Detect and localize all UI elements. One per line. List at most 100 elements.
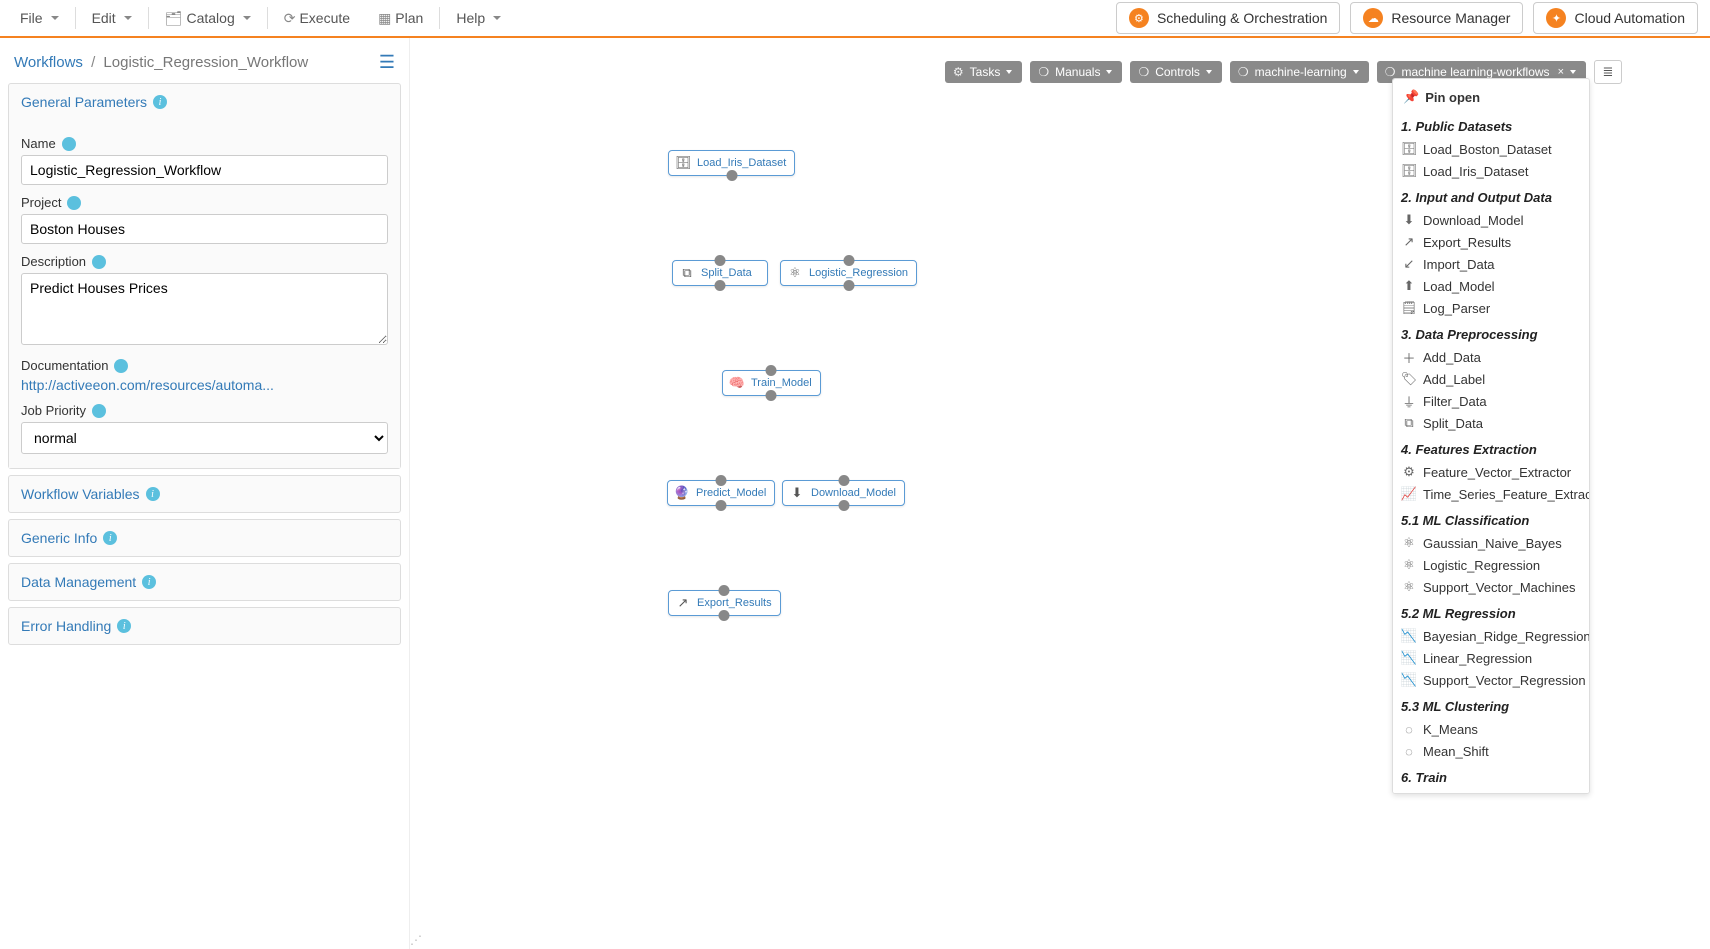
palette-item-load-boston[interactable]: 🗄Load_Boston_Dataset — [1401, 138, 1581, 160]
panel-resize-handle[interactable]: ⋰ — [410, 933, 418, 947]
palette-item-svr[interactable]: 📉Support_Vector_Regression — [1401, 669, 1581, 691]
project-label: Project i — [21, 195, 388, 210]
description-input[interactable]: Predict Houses Prices — [21, 273, 388, 345]
menu-plan[interactable]: ▦ Plan — [364, 10, 437, 27]
output-port[interactable] — [843, 280, 854, 291]
palette-item-add-label[interactable]: 🏷Add_Label — [1401, 368, 1581, 390]
close-icon[interactable]: × — [1558, 66, 1564, 78]
input-port[interactable] — [716, 475, 727, 486]
input-port[interactable] — [838, 475, 849, 486]
edges-layer — [410, 38, 710, 188]
node-train-model[interactable]: 🧠 Train_Model — [722, 370, 821, 396]
palette-item-download-model[interactable]: ⬇Download_Model — [1401, 209, 1581, 231]
documentation-label-text: Documentation — [21, 358, 108, 373]
model-icon: ⚛ — [1401, 557, 1417, 573]
info-icon[interactable]: i — [92, 255, 106, 269]
node-predict-model[interactable]: 🔮 Predict_Model — [667, 480, 775, 506]
palette-item-tse[interactable]: 📈Time_Series_Feature_Extractor — [1401, 483, 1581, 505]
node-logistic-regression[interactable]: ⚛ Logistic_Regression — [780, 260, 917, 286]
info-icon[interactable]: i — [142, 575, 156, 589]
palette-item-export-results[interactable]: ↗Export_Results — [1401, 231, 1581, 253]
palette-item-add-data[interactable]: ＋Add_Data — [1401, 346, 1581, 368]
palette-tasks[interactable]: ⚙ Tasks — [945, 61, 1022, 83]
section-workflow-variables-header[interactable]: Workflow Variables i — [9, 476, 400, 512]
palette-manuals[interactable]: ❍ Manuals — [1030, 61, 1122, 83]
divider — [267, 7, 268, 29]
info-icon[interactable]: i — [92, 404, 106, 418]
node-export-results[interactable]: ↗ Export_Results — [668, 590, 781, 616]
app-resource-manager-label: Resource Manager — [1391, 10, 1510, 26]
palette-layers-button[interactable]: ≣ — [1594, 60, 1622, 84]
name-input[interactable] — [21, 155, 388, 185]
palette-heading-train: 6. Train — [1401, 770, 1581, 785]
input-port[interactable] — [843, 255, 854, 266]
output-port[interactable] — [766, 390, 777, 401]
menu-catalog[interactable]: 🗂 Catalog — [151, 10, 265, 27]
palette-item-fve[interactable]: ⚙Feature_Vector_Extractor — [1401, 461, 1581, 483]
menu-help[interactable]: Help — [442, 10, 515, 26]
node-download-model[interactable]: ⬇ Download_Model — [782, 480, 905, 506]
input-port[interactable] — [715, 255, 726, 266]
palette-item-load-model[interactable]: ⬆Load_Model — [1401, 275, 1581, 297]
palette-controls[interactable]: ❍ Controls — [1130, 61, 1221, 83]
list-view-icon[interactable]: ☰ — [379, 52, 395, 73]
breadcrumb-root[interactable]: Workflows — [14, 54, 83, 71]
info-icon[interactable]: i — [114, 359, 128, 373]
app-cloud-automation[interactable]: ✦ Cloud Automation — [1533, 2, 1698, 34]
app-resource-manager[interactable]: ☁ Resource Manager — [1350, 2, 1523, 34]
palette-item-split[interactable]: ⧉Split_Data — [1401, 412, 1581, 434]
info-icon[interactable]: i — [117, 619, 131, 633]
palette-item-lin[interactable]: 📉Linear_Regression — [1401, 647, 1581, 669]
section-generic-info-header[interactable]: Generic Info i — [9, 520, 400, 556]
menu-edit[interactable]: Edit — [78, 10, 146, 26]
node-split-data[interactable]: ⧉ Split_Data — [672, 260, 768, 286]
palette-item-svm[interactable]: ⚛Support_Vector_Machines — [1401, 576, 1581, 598]
section-general-parameters-header[interactable]: General Parameters i — [9, 84, 400, 120]
palette-heading-features: 4. Features Extraction — [1401, 442, 1581, 457]
workflow-canvas[interactable]: ⋰ ⚙ Tasks ❍ Manuals ❍ Controls ❍ machine… — [410, 38, 1710, 949]
output-port[interactable] — [715, 280, 726, 291]
menu-file[interactable]: File — [6, 10, 73, 26]
palette-machine-learning[interactable]: ❍ machine-learning — [1230, 61, 1369, 83]
menu-catalog-label: Catalog — [186, 10, 234, 26]
input-port[interactable] — [766, 365, 777, 376]
info-icon[interactable]: i — [62, 137, 76, 151]
priority-select[interactable]: normal — [21, 422, 388, 454]
output-port[interactable] — [726, 170, 737, 181]
output-port[interactable] — [719, 610, 730, 621]
palette-item-kmeans[interactable]: ◌K_Means — [1401, 718, 1581, 740]
palette-item-gnb[interactable]: ⚛Gaussian_Naive_Bayes — [1401, 532, 1581, 554]
documentation-link[interactable]: http://activeeon.com/resources/automa... — [21, 377, 274, 393]
palette-item-log-parser[interactable]: 🗒Log_Parser — [1401, 297, 1581, 319]
palette-item-logreg[interactable]: ⚛Logistic_Regression — [1401, 554, 1581, 576]
documentation-label: Documentation i — [21, 358, 388, 373]
project-input[interactable] — [21, 214, 388, 244]
palette-heading-ml-clustering: 5.3 ML Clustering — [1401, 699, 1581, 714]
palette-heading-ml-classification: 5.1 ML Classification — [1401, 513, 1581, 528]
menu-execute[interactable]: ⟳ Execute — [270, 10, 364, 27]
palette-heading-public-datasets: 1. Public Datasets — [1401, 119, 1581, 134]
section-data-management-header[interactable]: Data Management i — [9, 564, 400, 600]
app-scheduling[interactable]: ⚙ Scheduling & Orchestration — [1116, 2, 1340, 34]
section-error-handling-header[interactable]: Error Handling i — [9, 608, 400, 644]
info-icon[interactable]: i — [103, 531, 117, 545]
section-workflow-variables-title: Workflow Variables — [21, 486, 140, 502]
palette-item-label: Add_Data — [1423, 350, 1481, 365]
palette-item-meanshift[interactable]: ◌Mean_Shift — [1401, 740, 1581, 762]
palette-item-import-data[interactable]: ↙Import_Data — [1401, 253, 1581, 275]
info-icon[interactable]: i — [67, 196, 81, 210]
input-port[interactable] — [719, 585, 730, 596]
output-port[interactable] — [716, 500, 727, 511]
model-icon: ⚛ — [787, 265, 803, 281]
menu-execute-label: Execute — [299, 10, 350, 26]
info-icon[interactable]: i — [146, 487, 160, 501]
chart-icon: 📈 — [1401, 486, 1417, 502]
palette-item-load-iris[interactable]: 🗄Load_Iris_Dataset — [1401, 160, 1581, 182]
info-icon[interactable]: i — [153, 95, 167, 109]
pin-open-toggle[interactable]: 📌 Pin open — [1401, 87, 1581, 111]
palette-item-brr[interactable]: 📉Bayesian_Ridge_Regression — [1401, 625, 1581, 647]
palette-item-filter[interactable]: ⏚Filter_Data — [1401, 390, 1581, 412]
node-load-iris-dataset[interactable]: 🗄 Load_Iris_Dataset — [668, 150, 795, 176]
model-icon: ⚛ — [1401, 535, 1417, 551]
output-port[interactable] — [838, 500, 849, 511]
